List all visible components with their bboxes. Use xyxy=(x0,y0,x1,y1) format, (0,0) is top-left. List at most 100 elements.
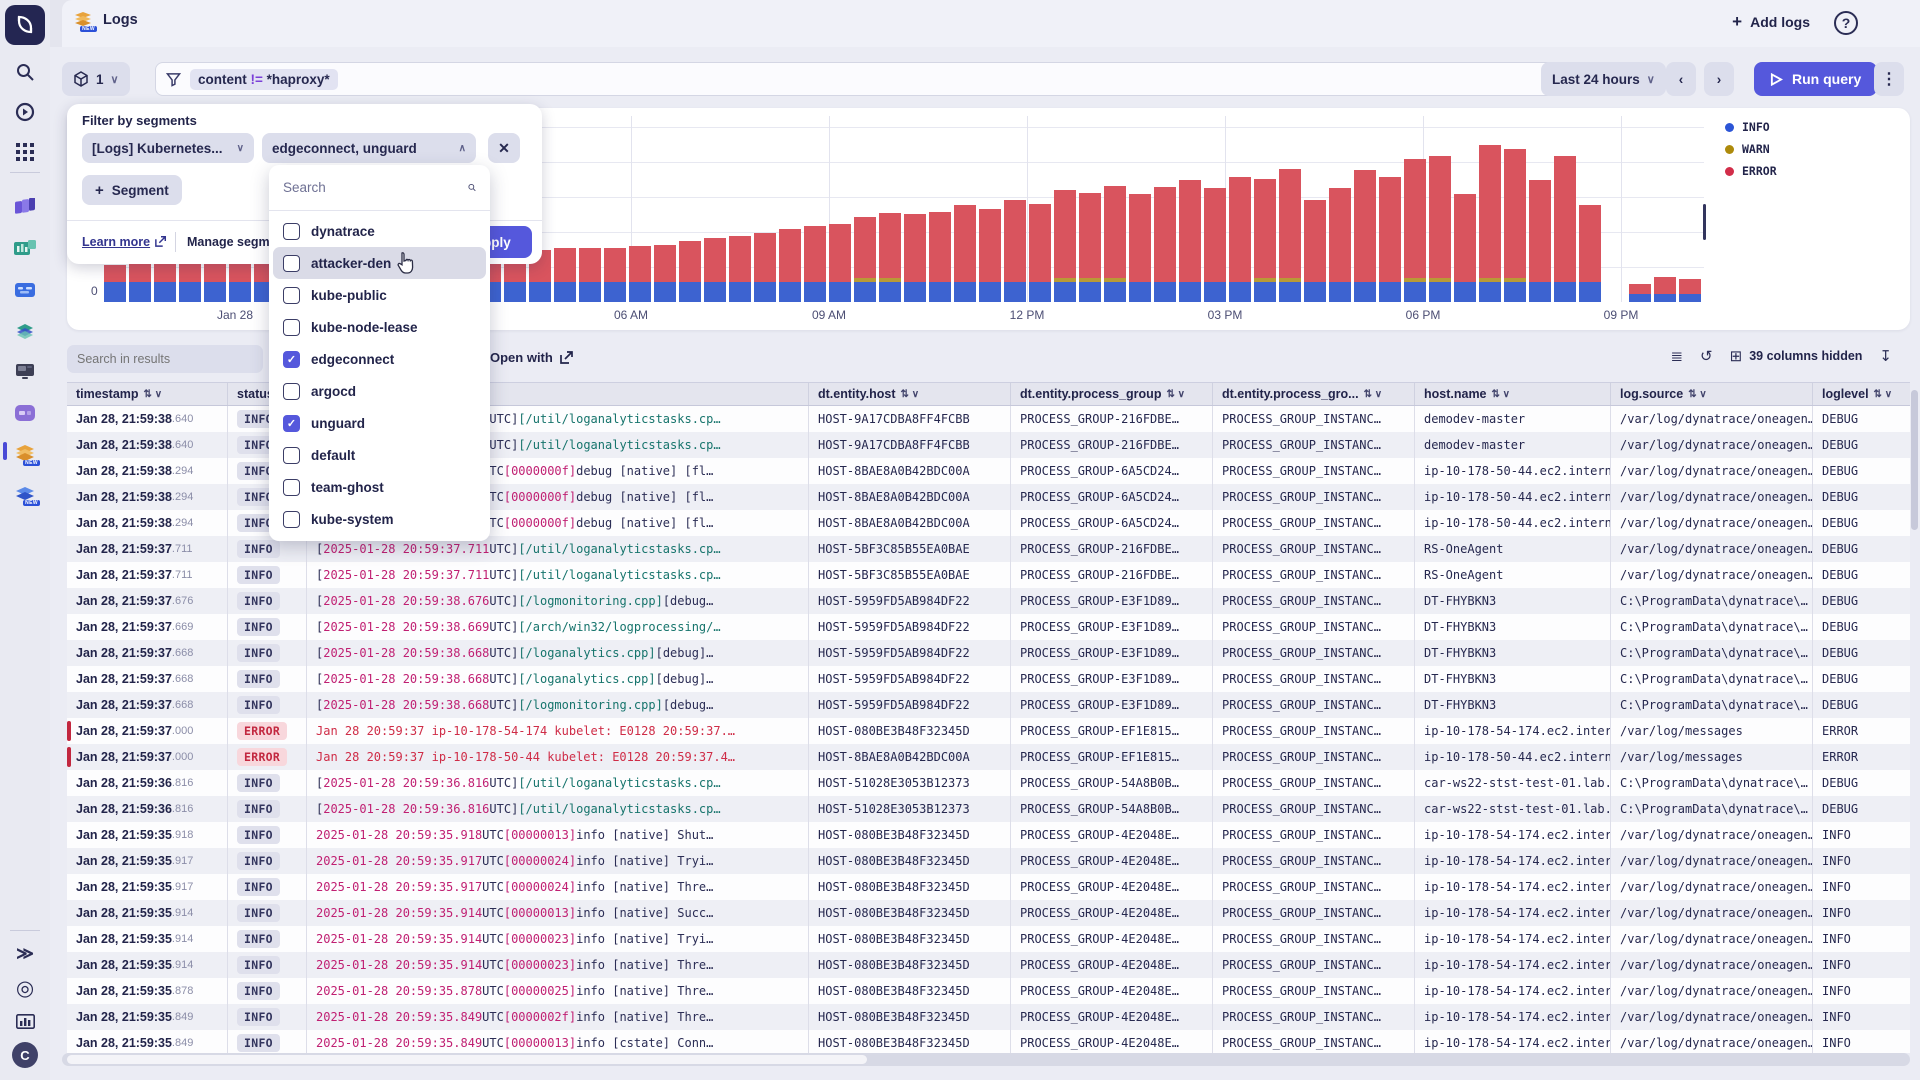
bar-error-segment[interactable] xyxy=(1529,180,1551,282)
bar-info-segment[interactable] xyxy=(1554,282,1576,302)
bar-warn-segment[interactable] xyxy=(1254,278,1276,282)
add-segment-button[interactable]: + Segment xyxy=(82,175,182,205)
bar-info-segment[interactable] xyxy=(554,282,576,302)
bar-error-segment[interactable] xyxy=(679,241,701,282)
checkbox-unchecked[interactable] xyxy=(283,447,300,464)
segment-option-unguard[interactable]: ✓unguard xyxy=(273,407,486,439)
close-panel-button[interactable]: ✕ xyxy=(488,133,520,163)
bar-error-segment[interactable] xyxy=(754,233,776,282)
bar-info-segment[interactable] xyxy=(1104,282,1126,302)
table-row[interactable]: Jan 28, 21:59:36.816INFO[2025-01-28 20:5… xyxy=(67,796,1910,822)
bar-error-segment[interactable] xyxy=(1154,187,1176,282)
app-logs-icon-active[interactable]: NEW xyxy=(13,441,37,465)
table-row[interactable]: Jan 28, 21:59:37.000ERRORJan 28 20:59:37… xyxy=(67,744,1910,770)
bar-error-segment[interactable] xyxy=(579,248,601,282)
bar-info-segment[interactable] xyxy=(654,282,676,302)
automations-icon[interactable] xyxy=(13,100,37,124)
bar-info-segment[interactable] xyxy=(904,282,926,302)
bar-error-segment[interactable] xyxy=(904,214,926,282)
bar-info-segment[interactable] xyxy=(1404,282,1426,302)
bar-error-segment[interactable] xyxy=(704,238,726,282)
apps-grid-icon[interactable] xyxy=(13,140,37,164)
bucket-selector[interactable]: 1 ∨ xyxy=(62,62,130,96)
bar-info-segment[interactable] xyxy=(1054,282,1076,302)
bar-info-segment[interactable] xyxy=(604,282,626,302)
bar-info-segment[interactable] xyxy=(1304,282,1326,302)
bar-error-segment[interactable] xyxy=(1029,204,1051,282)
bar-info-segment[interactable] xyxy=(1254,282,1276,302)
bar-warn-segment[interactable] xyxy=(879,278,901,282)
reset-icon[interactable]: ↺ xyxy=(1700,347,1713,365)
segment-option-argocd[interactable]: argocd xyxy=(273,375,486,407)
add-logs-button[interactable]: + Add logs xyxy=(1732,12,1810,32)
bar-info-segment[interactable] xyxy=(804,282,826,302)
column-header-timestamp[interactable]: timestamp⇅ ∨ xyxy=(67,383,227,405)
expand-rail-icon[interactable]: ≫ xyxy=(13,942,37,966)
support-ring-icon[interactable]: ◎ xyxy=(13,976,37,1000)
bar-error-segment[interactable] xyxy=(554,248,576,282)
app-extensions-icon[interactable] xyxy=(13,278,37,302)
bar-info-segment[interactable] xyxy=(204,282,226,302)
bar-error-segment[interactable] xyxy=(1554,156,1576,282)
reports-icon[interactable] xyxy=(13,1010,37,1034)
checkbox-unchecked[interactable] xyxy=(283,479,300,496)
bar-info-segment[interactable] xyxy=(1029,282,1051,302)
bar-error-segment[interactable] xyxy=(654,245,676,282)
segment-option-team-ghost[interactable]: team-ghost xyxy=(273,471,486,503)
bar-error-segment[interactable] xyxy=(1054,190,1076,278)
bar-error-segment[interactable] xyxy=(1579,205,1601,282)
bar-warn-segment[interactable] xyxy=(1504,278,1526,282)
run-query-button[interactable]: Run query xyxy=(1754,62,1877,96)
bar-error-segment[interactable] xyxy=(1204,188,1226,282)
checkbox-unchecked[interactable] xyxy=(283,287,300,304)
table-row[interactable]: Jan 28, 21:59:35.849INFO2025-01-28 20:59… xyxy=(67,1030,1910,1053)
bar-info-segment[interactable] xyxy=(829,282,851,302)
table-row[interactable]: Jan 28, 21:59:35.917INFO2025-01-28 20:59… xyxy=(67,874,1910,900)
vertical-scrollbar-thumb[interactable] xyxy=(1911,390,1918,530)
table-row[interactable]: Jan 28, 21:59:35.914INFO2025-01-28 20:59… xyxy=(67,900,1910,926)
bar-warn-segment[interactable] xyxy=(1404,278,1426,282)
time-range-selector[interactable]: Last 24 hours ∨ xyxy=(1541,62,1666,96)
bar-info-segment[interactable] xyxy=(1479,282,1501,302)
bar-warn-segment[interactable] xyxy=(1429,278,1451,282)
bar-error-segment[interactable] xyxy=(1454,194,1476,282)
app-clouds-icon[interactable]: NEW xyxy=(13,483,37,507)
query-more-menu[interactable]: ⋮ xyxy=(1874,62,1904,96)
table-row[interactable]: Jan 28, 21:59:35.914INFO2025-01-28 20:59… xyxy=(67,926,1910,952)
dynatrace-logo[interactable] xyxy=(5,5,45,45)
bar-error-segment[interactable] xyxy=(879,213,901,278)
bar-info-segment[interactable] xyxy=(1154,282,1176,302)
app-smartscape-icon[interactable] xyxy=(13,319,37,343)
checkbox-unchecked[interactable] xyxy=(283,255,300,272)
bar-error-segment[interactable] xyxy=(729,236,751,282)
checkbox-unchecked[interactable] xyxy=(283,383,300,400)
checkbox-unchecked[interactable] xyxy=(283,223,300,240)
bar-info-segment[interactable] xyxy=(679,282,701,302)
horizontal-scrollbar[interactable] xyxy=(62,1053,1910,1066)
table-row[interactable]: Jan 28, 21:59:35.878INFO2025-01-28 20:59… xyxy=(67,978,1910,1004)
bar-info-segment[interactable] xyxy=(1379,282,1401,302)
bar-info-segment[interactable] xyxy=(1429,282,1451,302)
bar-info-segment[interactable] xyxy=(1329,282,1351,302)
bar-error-segment[interactable] xyxy=(1279,169,1301,278)
bar-error-segment[interactable] xyxy=(1179,180,1201,282)
column-header-dt-entity-process-group[interactable]: dt.entity.process_group⇅ ∨ xyxy=(1010,383,1212,405)
bar-error-segment[interactable] xyxy=(1004,200,1026,282)
bar-info-segment[interactable] xyxy=(579,282,601,302)
column-header-dt-entity-host[interactable]: dt.entity.host⇅ ∨ xyxy=(808,383,1010,405)
bar-error-segment[interactable] xyxy=(954,205,976,282)
checkbox-unchecked[interactable] xyxy=(283,319,300,336)
row-density-icon[interactable]: ≣ xyxy=(1670,347,1683,365)
segment-option-attacker-den[interactable]: attacker-den xyxy=(273,247,486,279)
app-observability-icon[interactable] xyxy=(13,196,37,220)
checkbox-checked[interactable]: ✓ xyxy=(283,415,300,432)
bar-warn-segment[interactable] xyxy=(1054,278,1076,282)
bar-error-segment[interactable] xyxy=(854,217,876,278)
bar-info-segment[interactable] xyxy=(1504,282,1526,302)
bar-warn-segment[interactable] xyxy=(1479,278,1501,282)
bar-info-segment[interactable] xyxy=(1679,294,1701,302)
segment-option-dynatrace[interactable]: dynatrace xyxy=(273,215,486,247)
bar-info-segment[interactable] xyxy=(1004,282,1026,302)
bar-info-segment[interactable] xyxy=(704,282,726,302)
learn-more-link[interactable]: Learn more xyxy=(82,235,167,249)
